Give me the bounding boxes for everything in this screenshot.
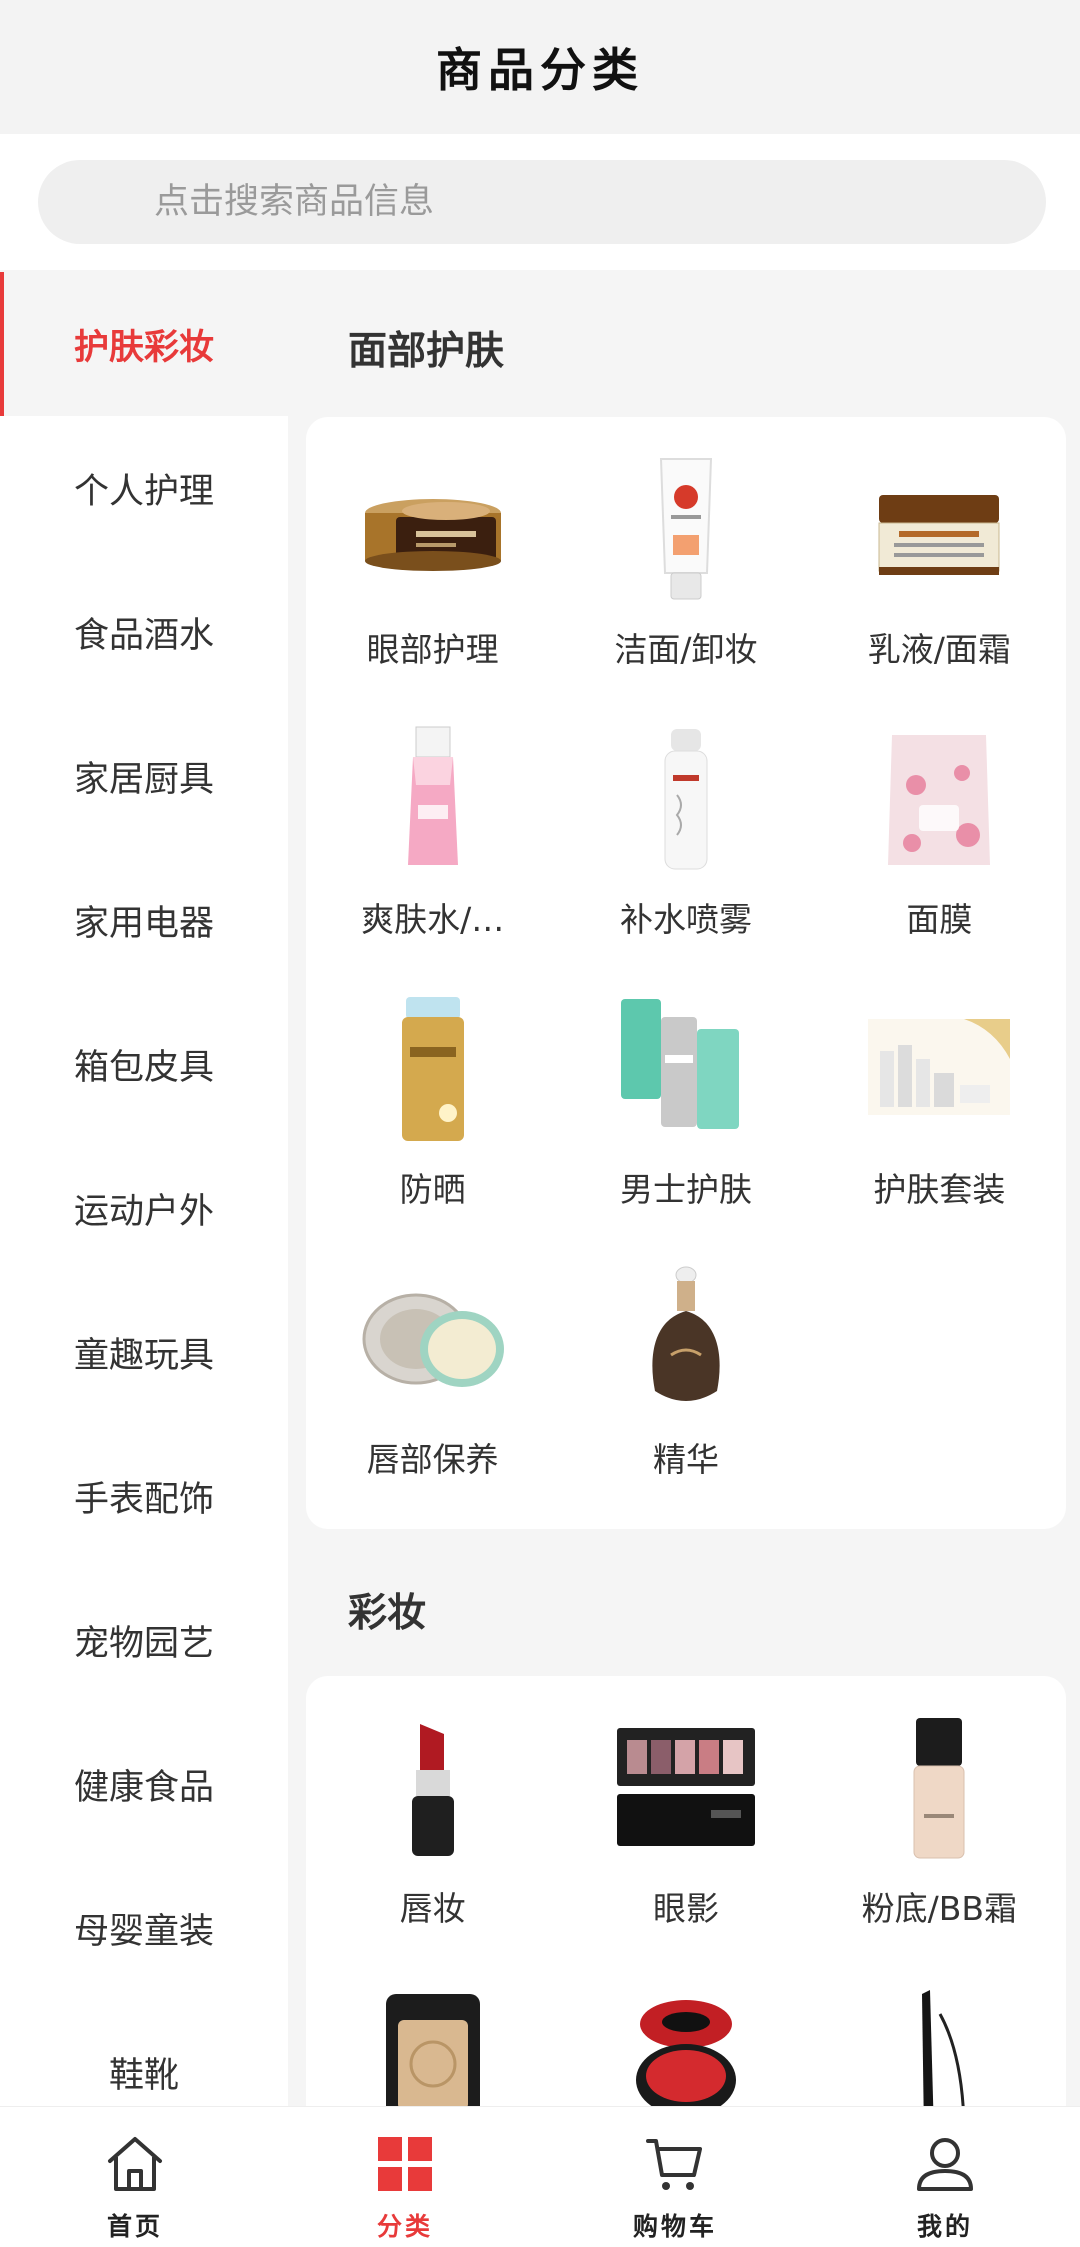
mens-skincare-icon <box>611 995 761 1145</box>
home-icon <box>104 2133 166 2195</box>
category-tile-label: 爽肤水/… <box>361 900 505 939</box>
cleanser-tube-icon <box>611 455 761 605</box>
cushion-compact-icon <box>611 1984 761 2106</box>
sunscreen-bottle-icon <box>358 995 508 1145</box>
nav-profile[interactable]: 我的 <box>810 2107 1080 2247</box>
category-tile[interactable]: 唇部保养 <box>306 1251 559 1521</box>
nav-cart[interactable]: 购物车 <box>540 2107 810 2247</box>
makeup-card: 唇妆 眼影 粉底/BB霜 <box>306 1676 1066 2106</box>
cart-icon <box>644 2133 706 2195</box>
category-tile[interactable] <box>813 1970 1066 2106</box>
nav-label: 分类 <box>376 2212 433 2241</box>
nav-home[interactable]: 首页 <box>0 2107 270 2247</box>
sidebar-item-home-kitchen[interactable]: 家居厨具 <box>0 704 288 848</box>
category-tile[interactable]: 粉底/BB霜 <box>813 1700 1066 1970</box>
sidebar-item-label: 手表配饰 <box>73 1479 214 1520</box>
sidebar-item-watches-accessories[interactable]: 手表配饰 <box>0 1424 288 1568</box>
category-tile[interactable]: 洁面/卸妆 <box>559 441 812 711</box>
category-tile[interactable]: 补水喷雾 <box>559 711 812 981</box>
category-grid-icon <box>374 2133 436 2195</box>
sidebar-item-label: 宠物园艺 <box>73 1623 214 1664</box>
nav-label: 首页 <box>106 2212 163 2241</box>
category-tile[interactable]: 眼部护理 <box>306 441 559 711</box>
sidebar-item-food-drinks[interactable]: 食品酒水 <box>0 560 288 704</box>
spray-bottle-icon <box>611 725 761 875</box>
sidebar-item-toys[interactable]: 童趣玩具 <box>0 1280 288 1424</box>
category-tile-label: 护肤套装 <box>873 1170 1006 1209</box>
category-tile-label: 粉底/BB霜 <box>861 1889 1018 1928</box>
category-tile-label: 防晒 <box>399 1170 466 1209</box>
nav-label: 我的 <box>916 2212 973 2241</box>
category-tile[interactable] <box>559 1970 812 2106</box>
nav-label: 购物车 <box>632 2212 717 2241</box>
section-title-makeup: 彩妆 <box>348 1591 427 1636</box>
serum-bottle-icon <box>611 1265 761 1415</box>
cream-jar-icon <box>864 455 1014 605</box>
nav-category[interactable]: 分类 <box>270 2107 540 2247</box>
foundation-bottle-icon <box>864 1714 1014 1864</box>
sidebar-item-label: 健康食品 <box>73 1767 214 1808</box>
category-tile[interactable]: 精华 <box>559 1251 812 1521</box>
category-sidebar: 护肤彩妆 个人护理 食品酒水 家居厨具 家用电器 箱包皮具 运动户外 童趣玩具 … <box>0 272 288 2106</box>
sidebar-item-label: 个人护理 <box>73 471 214 512</box>
category-tile-label: 眼部护理 <box>366 630 499 669</box>
lipstick-icon <box>358 1714 508 1864</box>
lip-balm-jar-icon <box>358 1265 508 1415</box>
category-tile-label: 男士护肤 <box>619 1170 752 1209</box>
page-title: 商品分类 <box>436 43 644 97</box>
category-tile[interactable]: 面膜 <box>813 711 1066 981</box>
sidebar-item-baby-kids[interactable]: 母婴童装 <box>0 1856 288 2000</box>
category-tile[interactable]: 眼影 <box>559 1700 812 1970</box>
category-tile-label: 眼影 <box>652 1889 719 1928</box>
category-tile-label: 精华 <box>652 1440 719 1479</box>
sidebar-item-label: 鞋靴 <box>108 2055 179 2096</box>
toner-bottle-icon <box>358 725 508 875</box>
sidebar-item-label: 护肤彩妆 <box>73 327 214 368</box>
sidebar-item-label: 童趣玩具 <box>73 1335 214 1376</box>
eyeshadow-palette-icon <box>611 1714 761 1864</box>
sidebar-item-skincare-makeup[interactable]: 护肤彩妆 <box>0 272 288 416</box>
page-header: 商品分类 <box>0 0 1080 134</box>
category-tile[interactable]: 防晒 <box>306 981 559 1251</box>
category-tile[interactable]: 护肤套装 <box>813 981 1066 1251</box>
mask-pouch-icon <box>864 725 1014 875</box>
bottom-nav: 首页 分类 购物车 我的 <box>0 2106 1080 2247</box>
category-tile[interactable]: 乳液/面霜 <box>813 441 1066 711</box>
sidebar-item-bags-leather[interactable]: 箱包皮具 <box>0 992 288 1136</box>
powder-compact-icon <box>358 1984 508 2106</box>
category-tile-label: 唇部保养 <box>366 1440 499 1479</box>
category-content: 面部护肤 眼部护理 洁面/卸妆 乳液/面霜 爽肤水/… 补水喷雾 面膜 防晒 男… <box>288 272 1080 2106</box>
sidebar-item-label: 箱包皮具 <box>73 1047 214 1088</box>
category-tile-label: 补水喷雾 <box>619 900 752 939</box>
sidebar-item-label: 家用电器 <box>73 903 214 944</box>
sidebar-item-label: 运动户外 <box>73 1191 214 1232</box>
search-bar <box>0 134 1080 270</box>
eyeliner-pen-icon <box>864 1984 1014 2106</box>
sidebar-item-health-food[interactable]: 健康食品 <box>0 1712 288 1856</box>
sidebar-item-label: 食品酒水 <box>73 615 214 656</box>
skincare-set-icon <box>864 995 1014 1145</box>
category-tile[interactable]: 唇妆 <box>306 1700 559 1970</box>
face-skincare-card: 眼部护理 洁面/卸妆 乳液/面霜 爽肤水/… 补水喷雾 面膜 防晒 男士护肤 护… <box>306 417 1066 1529</box>
category-tile[interactable]: 男士护肤 <box>559 981 812 1251</box>
eye-cream-jar-icon <box>358 455 508 605</box>
sidebar-item-sports-outdoor[interactable]: 运动户外 <box>0 1136 288 1280</box>
sidebar-item-label: 家居厨具 <box>73 759 214 800</box>
category-tile-label: 面膜 <box>906 900 973 939</box>
category-tile-label: 洁面/卸妆 <box>614 630 758 669</box>
category-tile-label: 乳液/面霜 <box>867 630 1011 669</box>
user-icon <box>914 2133 976 2195</box>
category-tile-label: 唇妆 <box>399 1889 466 1928</box>
sidebar-item-pets-garden[interactable]: 宠物园艺 <box>0 1568 288 1712</box>
sidebar-item-label: 母婴童装 <box>73 1911 214 1952</box>
category-tile[interactable]: 爽肤水/… <box>306 711 559 981</box>
section-title-face-skincare: 面部护肤 <box>348 329 505 374</box>
sidebar-item-appliances[interactable]: 家用电器 <box>0 848 288 992</box>
sidebar-item-personal-care[interactable]: 个人护理 <box>0 416 288 560</box>
search-input[interactable] <box>38 160 1046 244</box>
sidebar-item-shoes[interactable]: 鞋靴 <box>0 2000 288 2106</box>
category-tile[interactable] <box>306 1970 559 2106</box>
